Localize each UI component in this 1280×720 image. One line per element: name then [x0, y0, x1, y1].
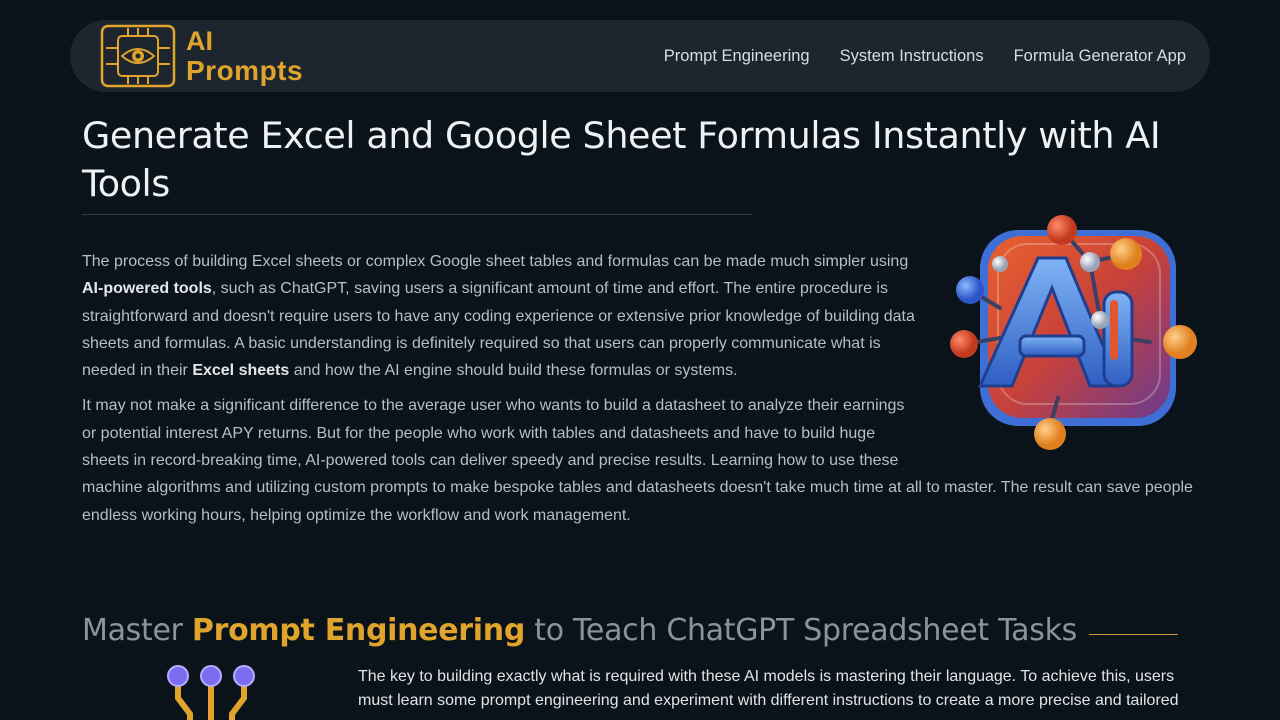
page-title: Generate Excel and Google Sheet Formulas… — [82, 114, 1161, 205]
section-heading-prefix: Master — [82, 613, 183, 648]
navbar: AI Prompts Prompt Engineering System Ins… — [70, 20, 1210, 92]
heading-rule — [1089, 633, 1178, 635]
section-heading-accent: Prompt Engineering — [191, 613, 525, 648]
intro-text: and how the AI engine should build these… — [289, 362, 738, 380]
bold-excel-sheets: Excel sheets — [192, 362, 290, 380]
circuit-nodes-icon — [167, 665, 255, 720]
logo-line1: AI — [186, 26, 213, 56]
nav-link-formula-generator-app[interactable]: Formula Generator App — [1014, 47, 1186, 66]
hero-image-space — [920, 248, 1198, 460]
intro-section: The process of building Excel sheets or … — [82, 248, 1198, 537]
circuit-eye-icon — [100, 24, 176, 88]
intro-text: The process of building Excel sheets or … — [82, 253, 909, 270]
logo-line2: Prompts — [186, 55, 304, 86]
nav-link-prompt-engineering[interactable]: Prompt Engineering — [664, 47, 810, 66]
section-paragraph: The key to building exactly what is requ… — [358, 668, 1179, 709]
logo-text: AI Prompts — [186, 26, 303, 86]
title-divider — [82, 214, 752, 215]
site-logo[interactable]: AI Prompts — [100, 24, 303, 88]
main-nav: Prompt Engineering System Instructions F… — [664, 47, 1186, 66]
section-heading: Master Prompt Engineering to Teach ChatG… — [82, 611, 1202, 651]
bold-ai-powered-tools: AI-powered tools — [82, 280, 212, 298]
section-heading-suffix: to Teach ChatGPT Spreadsheet Tasks — [534, 613, 1077, 648]
nav-link-system-instructions[interactable]: System Instructions — [840, 47, 984, 66]
